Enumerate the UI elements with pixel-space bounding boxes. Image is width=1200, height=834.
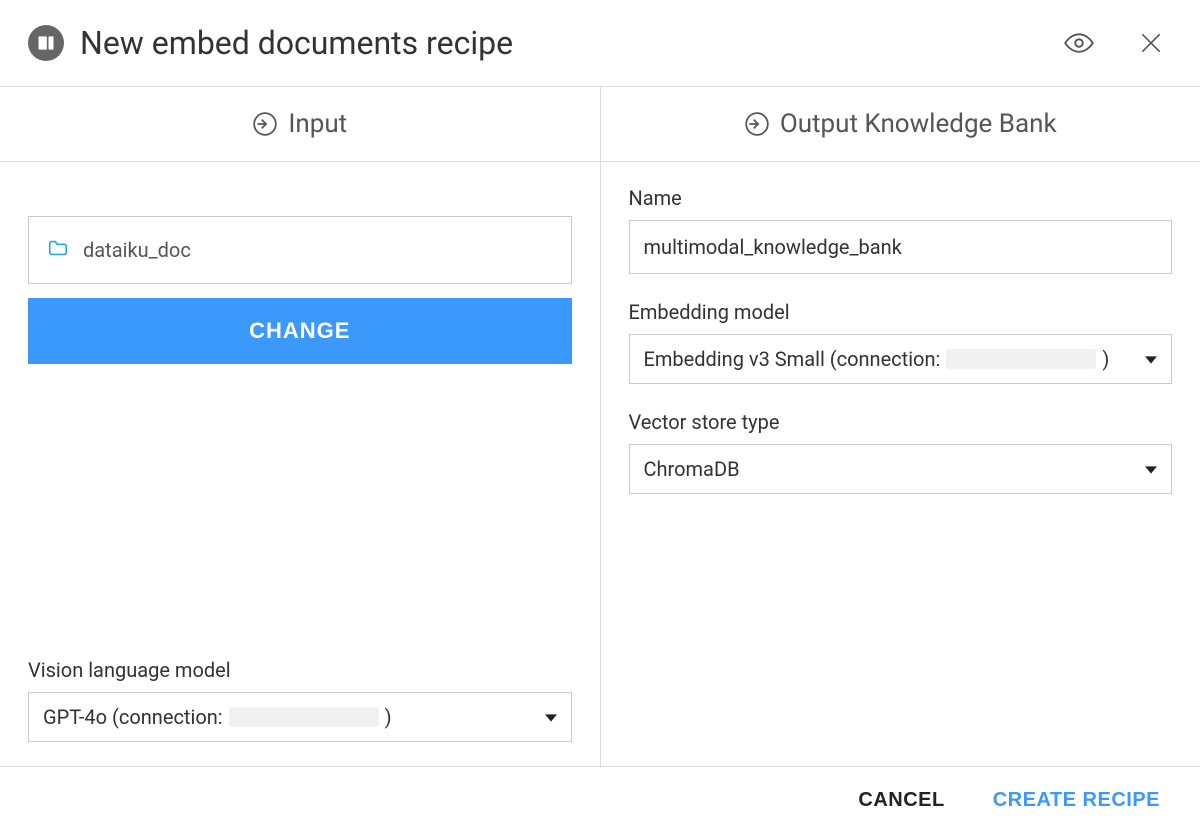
- input-column-title: Input: [288, 109, 347, 139]
- chevron-down-icon: [545, 705, 557, 729]
- embedding-model-select[interactable]: Embedding v3 Small (connection: ): [629, 334, 1173, 384]
- embedding-model-label: Embedding model: [629, 300, 1173, 324]
- close-button[interactable]: [1134, 26, 1168, 60]
- output-column-body: Name Embedding model Embedding v3 Small …: [601, 162, 1200, 766]
- vision-model-label: Vision language model: [28, 658, 572, 682]
- change-input-button[interactable]: CHANGE: [28, 298, 572, 364]
- arrow-in-icon: [252, 111, 278, 137]
- input-column-header: Input: [0, 87, 600, 162]
- new-recipe-dialog: New embed documents recipe Input: [0, 0, 1200, 834]
- input-column: Input dataiku_doc CHANGE Vision language…: [0, 87, 601, 766]
- vector-store-label: Vector store type: [629, 410, 1173, 434]
- name-input[interactable]: [629, 220, 1173, 274]
- cancel-button[interactable]: CANCEL: [858, 789, 944, 812]
- redacted-connection: [229, 707, 379, 727]
- output-column: Output Knowledge Bank Name Embedding mod…: [601, 87, 1200, 766]
- embedding-model-value: Embedding v3 Small (connection: ): [644, 347, 1110, 371]
- input-column-body: dataiku_doc CHANGE Vision language model…: [0, 162, 600, 766]
- close-icon: [1138, 30, 1164, 56]
- arrow-out-icon: [744, 111, 770, 137]
- output-column-title: Output Knowledge Bank: [780, 109, 1057, 139]
- embedding-model-field: Embedding model Embedding v3 Small (conn…: [629, 300, 1173, 384]
- dialog-title: New embed documents recipe: [80, 24, 1060, 62]
- preview-button[interactable]: [1060, 24, 1098, 62]
- input-dataset-card[interactable]: dataiku_doc: [28, 216, 572, 284]
- vector-store-value: ChromaDB: [644, 457, 740, 481]
- eye-icon: [1064, 28, 1094, 58]
- redacted-connection: [946, 349, 1096, 369]
- output-column-header: Output Knowledge Bank: [601, 87, 1200, 162]
- chevron-down-icon: [1145, 457, 1157, 481]
- vector-store-field: Vector store type ChromaDB: [629, 410, 1173, 494]
- name-label: Name: [629, 186, 1173, 210]
- vision-model-select[interactable]: GPT-4o (connection: ): [28, 692, 572, 742]
- recipe-icon: [28, 25, 64, 61]
- vector-store-select[interactable]: ChromaDB: [629, 444, 1173, 494]
- header-actions: [1060, 24, 1168, 62]
- chevron-down-icon: [1145, 347, 1157, 371]
- dialog-body: Input dataiku_doc CHANGE Vision language…: [0, 87, 1200, 766]
- name-field: Name: [629, 186, 1173, 274]
- vision-model-value: GPT-4o (connection: ): [43, 705, 392, 729]
- dialog-header: New embed documents recipe: [0, 0, 1200, 87]
- input-dataset-name: dataiku_doc: [83, 238, 191, 262]
- create-recipe-button[interactable]: CREATE RECIPE: [993, 789, 1160, 812]
- vision-model-field: Vision language model GPT-4o (connection…: [28, 658, 572, 742]
- dialog-footer: CANCEL CREATE RECIPE: [0, 766, 1200, 834]
- folder-icon: [47, 237, 69, 263]
